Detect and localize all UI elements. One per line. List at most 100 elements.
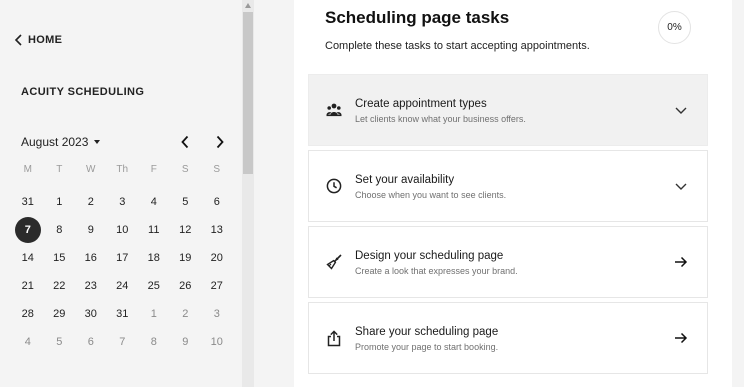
next-month-button[interactable]	[212, 134, 228, 150]
calendar-day[interactable]: 17	[107, 244, 139, 272]
previous-month-button[interactable]	[177, 134, 193, 150]
arrow-right-icon[interactable]	[673, 330, 689, 346]
chevron-right-icon	[216, 135, 224, 149]
task-set-availability[interactable]: Set your availability Choose when you wa…	[308, 150, 708, 222]
calendar-day[interactable]: 29	[44, 300, 76, 328]
sidebar-scrollbar[interactable]	[242, 0, 254, 387]
page-title: Scheduling page tasks	[325, 8, 510, 27]
task-description: Create a look that expresses your brand.	[355, 266, 518, 276]
calendar-day[interactable]: 3	[201, 300, 233, 328]
calendar-day[interactable]: 27	[201, 272, 233, 300]
day-number: 27	[210, 280, 223, 292]
task-description: Let clients know what your business offe…	[355, 114, 526, 124]
main-area: Scheduling page tasks Complete these tas…	[254, 0, 744, 387]
calendar-day[interactable]: 1	[44, 188, 76, 216]
calendar-day[interactable]: 2	[75, 188, 107, 216]
day-number: 30	[84, 308, 97, 320]
calendar-day[interactable]: 31	[107, 300, 139, 328]
day-number: 20	[210, 252, 223, 264]
day-number: 21	[21, 280, 34, 292]
calendar-day[interactable]: 2	[170, 300, 202, 328]
task-title: Set your availability	[355, 174, 455, 186]
day-number: 31	[116, 308, 129, 320]
calendar-day[interactable]: 28	[12, 300, 44, 328]
calendar-day[interactable]: 19	[170, 244, 202, 272]
calendar-day[interactable]: 16	[75, 244, 107, 272]
day-number: 15	[53, 252, 66, 264]
calendar-day-selected[interactable]: 7	[12, 216, 44, 244]
scroll-up-icon[interactable]	[245, 3, 251, 8]
app-window: HOME ACUITY SCHEDULING August 2023 M T W Th…	[0, 0, 744, 387]
day-number: 6	[87, 336, 94, 348]
weekday-label: S	[213, 163, 221, 175]
task-description: Choose when you want to see clients.	[355, 190, 507, 200]
calendar-day[interactable]: 20	[201, 244, 233, 272]
day-number: 13	[210, 224, 223, 236]
calendar-day[interactable]: 22	[44, 272, 76, 300]
share-icon	[325, 329, 343, 347]
day-number: 4	[24, 336, 31, 348]
weekday-label: T	[56, 163, 63, 175]
calendar-day[interactable]: 21	[12, 272, 44, 300]
task-create-appointment-types[interactable]: Create appointment types Let clients kno…	[308, 74, 708, 146]
calendar-day[interactable]: 9	[170, 328, 202, 356]
calendar-day[interactable]: 23	[75, 272, 107, 300]
calendar-day[interactable]: 9	[75, 216, 107, 244]
calendar-day[interactable]: 25	[138, 272, 170, 300]
task-design-scheduling-page[interactable]: Design your scheduling page Create a loo…	[308, 226, 708, 298]
chevron-left-icon	[181, 135, 189, 149]
day-number: 2	[182, 308, 189, 320]
calendar-day[interactable]: 4	[12, 328, 44, 356]
calendar-day[interactable]: 1	[138, 300, 170, 328]
calendar-day[interactable]: 5	[44, 328, 76, 356]
calendar-day[interactable]: 26	[170, 272, 202, 300]
day-number: 7	[14, 217, 41, 243]
calendar-day[interactable]: 13	[201, 216, 233, 244]
calendar-day[interactable]: 24	[107, 272, 139, 300]
month-selector[interactable]: August 2023	[21, 134, 101, 150]
calendar-day[interactable]: 4	[138, 188, 170, 216]
calendar-day[interactable]: 8	[138, 328, 170, 356]
calendar-day[interactable]: 3	[107, 188, 139, 216]
task-share-scheduling-page[interactable]: Share your scheduling page Promote your …	[308, 302, 708, 374]
calendar-day[interactable]: 11	[138, 216, 170, 244]
calendar-day[interactable]: 30	[75, 300, 107, 328]
day-number: 17	[116, 252, 129, 264]
brush-icon	[325, 253, 343, 271]
people-icon	[325, 101, 343, 119]
weekday-label: M	[23, 163, 32, 175]
calendar-day[interactable]: 6	[75, 328, 107, 356]
home-link[interactable]: HOME	[14, 32, 62, 48]
day-number: 10	[210, 336, 223, 348]
day-number: 11	[148, 224, 160, 236]
month-label: August 2023	[21, 135, 89, 149]
scrollbar-thumb[interactable]	[243, 12, 253, 174]
calendar-day[interactable]: 8	[44, 216, 76, 244]
calendar-day[interactable]: 5	[170, 188, 202, 216]
day-number: 12	[179, 224, 192, 236]
calendar-day[interactable]: 7	[107, 328, 139, 356]
weekday-label: F	[150, 163, 157, 175]
day-number: 31	[21, 196, 34, 208]
day-number: 3	[213, 308, 220, 320]
calendar-day[interactable]: 15	[44, 244, 76, 272]
calendar-day[interactable]: 10	[201, 328, 233, 356]
task-title: Share your scheduling page	[355, 326, 499, 338]
calendar-day[interactable]: 14	[12, 244, 44, 272]
arrow-right-icon[interactable]	[673, 254, 689, 270]
calendar-day[interactable]: 6	[201, 188, 233, 216]
calendar-day[interactable]: 12	[170, 216, 202, 244]
chevron-down-icon[interactable]	[673, 178, 689, 194]
day-number: 8	[56, 224, 63, 236]
weekday-label: W	[86, 163, 96, 175]
calendar-day[interactable]: 18	[138, 244, 170, 272]
chevron-down-icon[interactable]	[673, 102, 689, 118]
calendar-day[interactable]: 31	[12, 188, 44, 216]
day-number: 9	[87, 224, 94, 236]
day-number: 8	[150, 336, 157, 348]
caret-down-icon	[94, 140, 101, 144]
calendar-day[interactable]: 10	[107, 216, 139, 244]
task-title: Create appointment types	[355, 98, 487, 110]
day-number: 14	[21, 252, 34, 264]
calendar-header: August 2023	[21, 134, 235, 150]
